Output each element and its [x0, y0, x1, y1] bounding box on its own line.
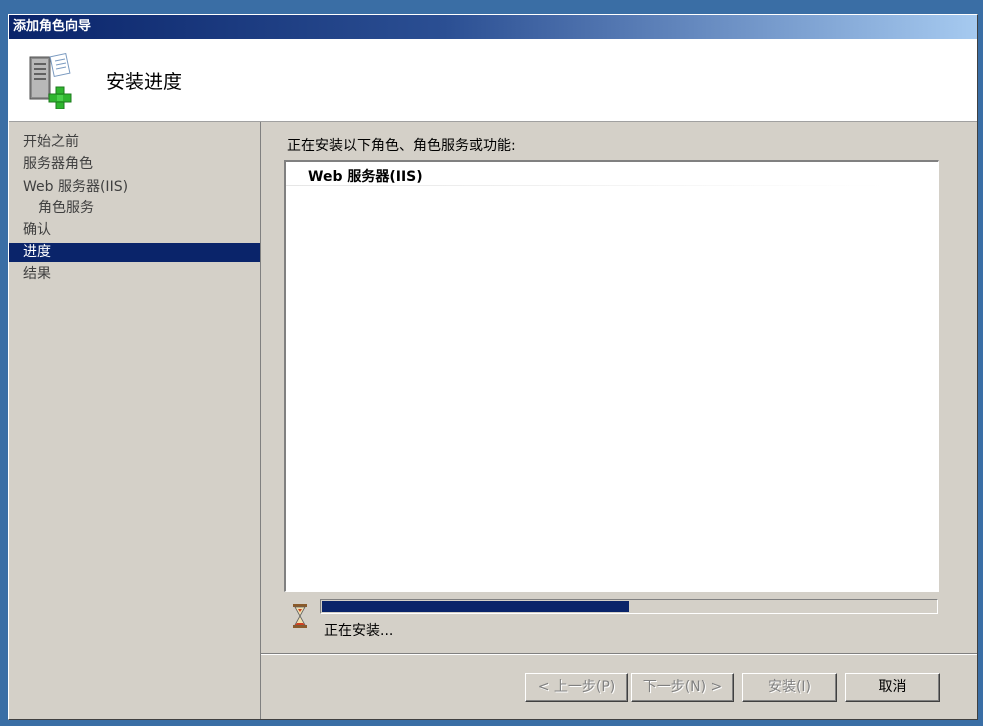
nav-item-progress[interactable]: 进度 — [9, 243, 260, 262]
panel-divider — [260, 122, 261, 719]
install-list[interactable]: Web 服务器(IIS) — [284, 160, 939, 592]
list-item: Web 服务器(IIS) — [308, 169, 423, 185]
progress-fill — [322, 601, 629, 612]
nav-item-web-server-iis[interactable]: Web 服务器(IIS) — [9, 178, 260, 197]
footer-divider — [261, 653, 977, 655]
nav-item-before-you-begin[interactable]: 开始之前 — [9, 133, 260, 152]
wizard-header: 安装进度 — [9, 39, 977, 122]
window-title: 添加角色向导 — [13, 19, 92, 34]
wizard-window: 添加角色向导 安装进度 开始之前 服务器角色 Web 服务器(IIS) 角色服务… — [8, 14, 978, 720]
nav-item-confirmation[interactable]: 确认 — [9, 221, 260, 240]
wizard-nav: 开始之前 服务器角色 Web 服务器(IIS) 角色服务 确认 进度 结果 — [9, 122, 261, 719]
nav-item-server-roles[interactable]: 服务器角色 — [9, 155, 260, 174]
install-progress-bar — [320, 599, 938, 614]
list-item-divider — [286, 185, 886, 186]
install-button[interactable]: 安装(I) — [742, 673, 837, 702]
cancel-button[interactable]: 取消 — [845, 673, 940, 702]
nav-item-results[interactable]: 结果 — [9, 265, 260, 284]
status-text: 正在安装... — [324, 623, 394, 639]
nav-item-role-services[interactable]: 角色服务 — [9, 199, 260, 218]
hourglass-icon — [293, 604, 307, 628]
next-button[interactable]: 下一步(N) > — [631, 673, 734, 702]
page-title: 安装进度 — [106, 71, 183, 93]
prev-button[interactable]: < 上一步(P) — [525, 673, 628, 702]
installing-label: 正在安装以下角色、角色服务或功能: — [287, 138, 516, 154]
server-add-icon — [29, 53, 72, 109]
title-bar[interactable]: 添加角色向导 — [9, 15, 977, 39]
